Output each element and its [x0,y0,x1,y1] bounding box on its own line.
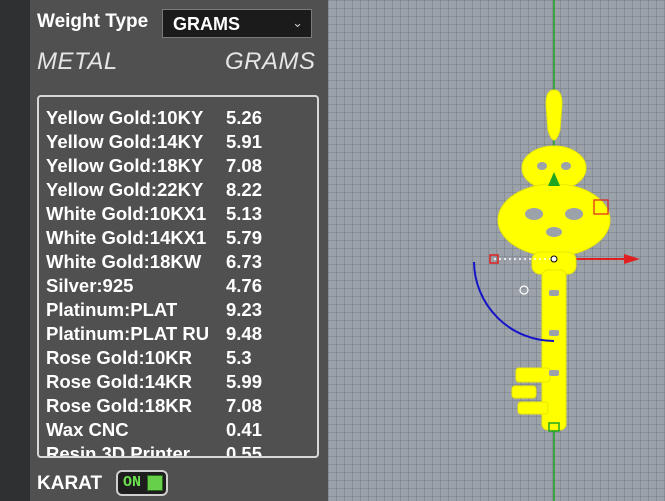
metal-weight-panel: Weight Type GRAMS ⌄ METAL GRAMS Yellow G… [30,0,328,501]
metal-grams: 8.22 [226,179,263,200]
weight-type-select[interactable]: GRAMS ⌄ [162,9,312,38]
metal-grams: 0.55 [226,443,263,458]
metal-name: Yellow Gold:22KY [46,179,204,200]
chevron-down-icon: ⌄ [292,15,303,30]
metal-name: Platinum:PLAT [46,299,178,320]
metal-grams: 5.99 [226,371,263,392]
metal-name: White Gold:10KX1 [46,203,207,224]
list-item[interactable]: Rose Gold:14KR 5.99 [46,370,316,394]
metal-weight-list[interactable]: Yellow Gold:10KY 5.26 Yellow Gold:14KY 5.91… [37,95,319,458]
list-item[interactable]: Yellow Gold:10KY 5.26 [46,106,316,130]
metal-grams: 9.48 [226,323,263,344]
list-item[interactable]: Platinum:PLAT 9.23 [46,298,316,322]
list-item[interactable]: Rose Gold:10KR 5.3 [46,346,316,370]
list-item[interactable]: White Gold:10KX1 5.13 [46,202,316,226]
list-item[interactable]: Wax CNC 0.41 [46,418,316,442]
weight-type-row: Weight Type GRAMS ⌄ [30,8,328,40]
toggle-state-text: ON [123,474,142,491]
metal-grams: 5.91 [226,131,263,152]
gizmo-origin-icon[interactable] [550,255,558,263]
metal-grams: 7.08 [226,155,263,176]
karat-toggle[interactable]: ON [116,470,168,496]
rotation-handle-icon[interactable] [519,285,529,295]
metal-grams: 0.41 [226,419,263,440]
metal-weight-rows: Yellow Gold:10KY 5.26 Yellow Gold:14KY 5.91… [46,106,316,458]
karat-label: KARAT [37,473,103,494]
metal-grams: 4.76 [226,275,263,296]
list-item[interactable]: White Gold:18KW 6.73 [46,250,316,274]
list-item[interactable]: White Gold:14KX1 5.79 [46,226,316,250]
metal-grams: 5.13 [226,203,263,224]
metal-name: Yellow Gold:18KY [46,155,204,176]
metal-name: Wax CNC [46,419,129,440]
metal-name: Resin 3D Printer [46,443,190,458]
grams-column-header: GRAMS [225,48,316,75]
metal-name: Platinum:PLAT RU [46,323,210,344]
list-item[interactable]: Platinum:PLAT RU 9.48 [46,322,316,346]
metal-grams: 5.26 [226,107,263,128]
x-axis-arrow-icon [624,254,640,264]
metal-name: Rose Gold:14KR [46,371,192,392]
toggle-knob [147,475,163,491]
metal-grams: 7.08 [226,395,263,416]
metal-grams: 6.73 [226,251,263,272]
weight-type-label: Weight Type [37,11,149,32]
viewport-canvas [473,0,640,501]
metal-grams: 5.3 [226,347,252,368]
list-item[interactable]: Silver:925 4.76 [46,274,316,298]
list-item[interactable]: Rose Gold:18KR 7.08 [46,394,316,418]
metal-name: Rose Gold:18KR [46,395,192,416]
list-item[interactable]: Resin 3D Printer 0.55 [46,442,316,458]
metal-name: Rose Gold:10KR [46,347,192,368]
list-item[interactable]: Yellow Gold:18KY 7.08 [46,154,316,178]
metal-column-header: METAL [37,48,118,75]
metal-grams: 5.79 [226,227,263,248]
list-item[interactable]: Yellow Gold:14KY 5.91 [46,130,316,154]
metal-grams: 9.23 [226,299,263,320]
metal-name: White Gold:14KX1 [46,227,207,248]
metal-name: Yellow Gold:14KY [46,131,204,152]
metal-name: Yellow Gold:10KY [46,107,204,128]
3d-viewport[interactable] [328,0,665,501]
weight-type-value: GRAMS [173,14,240,34]
left-edge-strip [0,0,30,501]
metal-name: White Gold:18KW [46,251,202,272]
metal-name: Silver:925 [46,275,134,296]
list-item[interactable]: Yellow Gold:22KY 8.22 [46,178,316,202]
